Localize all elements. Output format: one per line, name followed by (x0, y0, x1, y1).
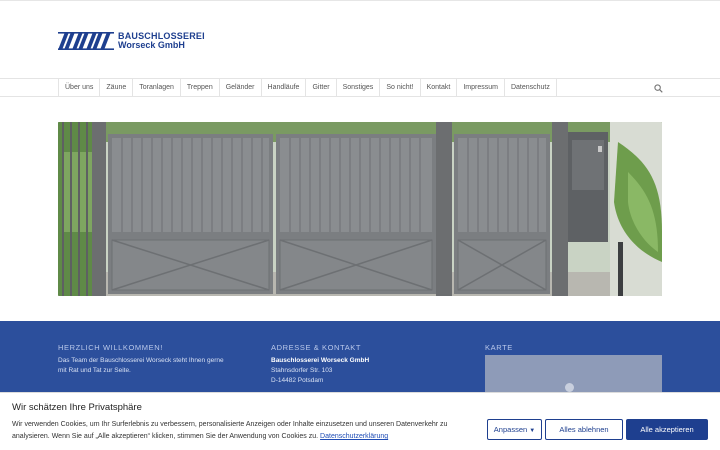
logo-text: BAUSCHLOSSEREI Worseck GmbH (118, 32, 205, 50)
contact-street: Stahnsdorfer Str. 103 (271, 367, 333, 374)
nav-item-gelaender[interactable]: Geländer (220, 79, 262, 97)
footer-contact: ADRESSE & KONTAKT Bauschlosserei Worseck… (271, 343, 369, 386)
nav-item-treppen[interactable]: Treppen (181, 79, 220, 97)
accept-all-button[interactable]: Alle akzeptieren (626, 419, 708, 440)
nav-item-ueber-uns[interactable]: Über uns (59, 79, 101, 97)
nav-item-so-nicht[interactable]: So nicht! (380, 79, 421, 97)
cookie-text-line2: analysieren. Wenn Sie auf „Alle akzeptie… (12, 433, 319, 440)
privacy-policy-link[interactable]: Datenschutzerklärung (320, 433, 388, 440)
nav-item-toranlagen[interactable]: Toranlagen (133, 79, 181, 97)
customize-button[interactable]: Anpassen ▼ (487, 419, 542, 440)
welcome-text-line2: mit Rat und Tat zur Seite. (58, 367, 131, 374)
nav-item-kontakt[interactable]: Kontakt (421, 79, 458, 97)
contact-heading: ADRESSE & KONTAKT (271, 343, 362, 352)
logo[interactable]: BAUSCHLOSSEREI Worseck GmbH (58, 32, 205, 50)
brand-name-line2: Worseck GmbH (118, 40, 185, 50)
hero-image-gate (58, 122, 662, 296)
main-navigation: Über uns Zäune Toranlagen Treppen Geländ… (0, 78, 720, 97)
welcome-heading: HERZLICH WILLKOMMEN! (58, 343, 163, 352)
map-embed[interactable] (485, 355, 662, 395)
customize-label: Anpassen (493, 425, 528, 434)
footer-welcome: HERZLICH WILLKOMMEN! Das Team der Bausch… (58, 343, 224, 376)
nav-item-sonstiges[interactable]: Sonstiges (337, 79, 381, 97)
logo-mark-icon (58, 32, 114, 50)
reject-all-button[interactable]: Alles ablehnen (545, 419, 623, 440)
contact-company: Bauschlosserei Worseck GmbH (271, 357, 370, 364)
nav-menu: Über uns Zäune Toranlagen Treppen Geländ… (58, 79, 557, 97)
nav-item-zaeune[interactable]: Zäune (100, 79, 134, 97)
nav-item-impressum[interactable]: Impressum (457, 79, 505, 97)
welcome-text-line1: Das Team der Bauschlosserei Worseck steh… (58, 357, 224, 364)
cookie-text-line1: Wir verwenden Cookies, um Ihr Surferlebn… (12, 421, 448, 428)
cookie-title: Wir schätzen Ihre Privatsphäre (12, 402, 142, 413)
map-pin-icon (565, 383, 574, 392)
search-icon[interactable] (654, 84, 663, 93)
cookie-text: Wir verwenden Cookies, um Ihr Surferlebn… (12, 419, 478, 443)
site-header: BAUSCHLOSSEREI Worseck GmbH (0, 0, 720, 78)
nav-item-handlaeufe[interactable]: Handläufe (262, 79, 307, 97)
nav-item-gitter[interactable]: Gitter (306, 79, 337, 97)
chevron-down-icon: ▼ (529, 428, 536, 434)
map-heading: KARTE (485, 343, 513, 352)
contact-city: D-14482 Potsdam (271, 377, 324, 384)
nav-item-datenschutz[interactable]: Datenschutz (505, 79, 557, 97)
